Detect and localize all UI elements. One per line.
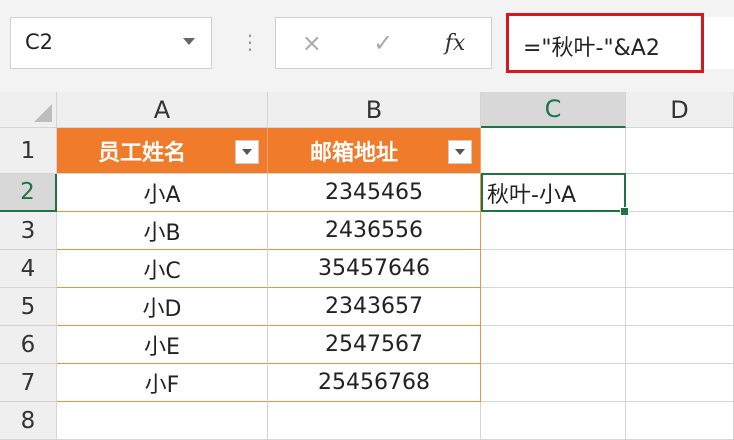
table-cell[interactable]: 小B [57, 212, 268, 250]
cell[interactable] [57, 402, 268, 440]
table-cell[interactable]: 小C [57, 250, 268, 288]
formula-input[interactable]: ="秋叶-"&A2 [506, 13, 704, 73]
name-box[interactable]: C2 [10, 17, 212, 69]
table-header-cell[interactable]: 邮箱地址 [268, 128, 481, 174]
formula-input-extension[interactable] [704, 17, 734, 69]
cell[interactable] [626, 402, 734, 440]
cell[interactable] [626, 128, 734, 174]
row-header-5[interactable]: 5 [0, 288, 57, 326]
select-all-icon [34, 104, 52, 122]
table-cell[interactable]: 25456768 [268, 364, 481, 402]
table-cell[interactable]: 2436556 [268, 212, 481, 250]
formula-toolbar: C2 ⋮ × ✓ fx ="秋叶-"&A2 [0, 0, 734, 92]
cell[interactable] [626, 288, 734, 326]
cell[interactable] [626, 174, 734, 212]
name-box-value: C2 [25, 30, 54, 54]
row-header-8[interactable]: 8 [0, 402, 57, 440]
cell[interactable] [481, 326, 626, 364]
row-header-2[interactable]: 2 [0, 174, 57, 212]
row-header-1[interactable]: 1 [0, 128, 57, 174]
cell[interactable] [626, 212, 734, 250]
row-header-6[interactable]: 6 [0, 326, 57, 364]
table-cell[interactable]: 小A [57, 174, 268, 212]
cell[interactable] [481, 402, 626, 440]
column-header-d[interactable]: D [626, 92, 734, 128]
cell[interactable] [481, 212, 626, 250]
insert-function-icon[interactable]: fx [445, 31, 466, 56]
select-all-button[interactable] [0, 92, 57, 128]
table-cell[interactable]: 小F [57, 364, 268, 402]
fill-handle[interactable] [620, 207, 629, 216]
enter-icon[interactable]: ✓ [373, 29, 393, 57]
cell[interactable] [481, 364, 626, 402]
cell[interactable] [481, 250, 626, 288]
active-cell-c2[interactable]: 秋叶-小A [481, 173, 626, 212]
row-header-7[interactable]: 7 [0, 364, 57, 402]
table-cell[interactable]: 2547567 [268, 326, 481, 364]
table-cell[interactable]: 2343657 [268, 288, 481, 326]
column-header-b[interactable]: B [268, 92, 481, 128]
cell[interactable] [481, 128, 626, 174]
table-cell[interactable]: 35457646 [268, 250, 481, 288]
column-header-c[interactable]: C [481, 92, 626, 128]
cell[interactable] [626, 250, 734, 288]
chevron-down-icon[interactable] [183, 38, 195, 45]
cell[interactable] [626, 364, 734, 402]
cell[interactable] [481, 288, 626, 326]
cell[interactable] [268, 402, 481, 440]
cell[interactable] [626, 326, 734, 364]
table-header-cell[interactable]: 员工姓名 [57, 128, 268, 174]
table-cell[interactable]: 2345465 [268, 174, 481, 212]
formula-buttons: × ✓ fx [275, 17, 492, 69]
drag-handle-icon[interactable]: ⋮ [240, 30, 260, 54]
table-cell[interactable]: 小E [57, 326, 268, 364]
row-header-4[interactable]: 4 [0, 250, 57, 288]
column-header-a[interactable]: A [57, 92, 268, 128]
row-header-3[interactable]: 3 [0, 212, 57, 250]
filter-dropdown-icon[interactable] [235, 140, 259, 164]
cancel-icon[interactable]: × [302, 29, 322, 57]
table-cell[interactable]: 小D [57, 288, 268, 326]
filter-dropdown-icon[interactable] [448, 140, 472, 164]
